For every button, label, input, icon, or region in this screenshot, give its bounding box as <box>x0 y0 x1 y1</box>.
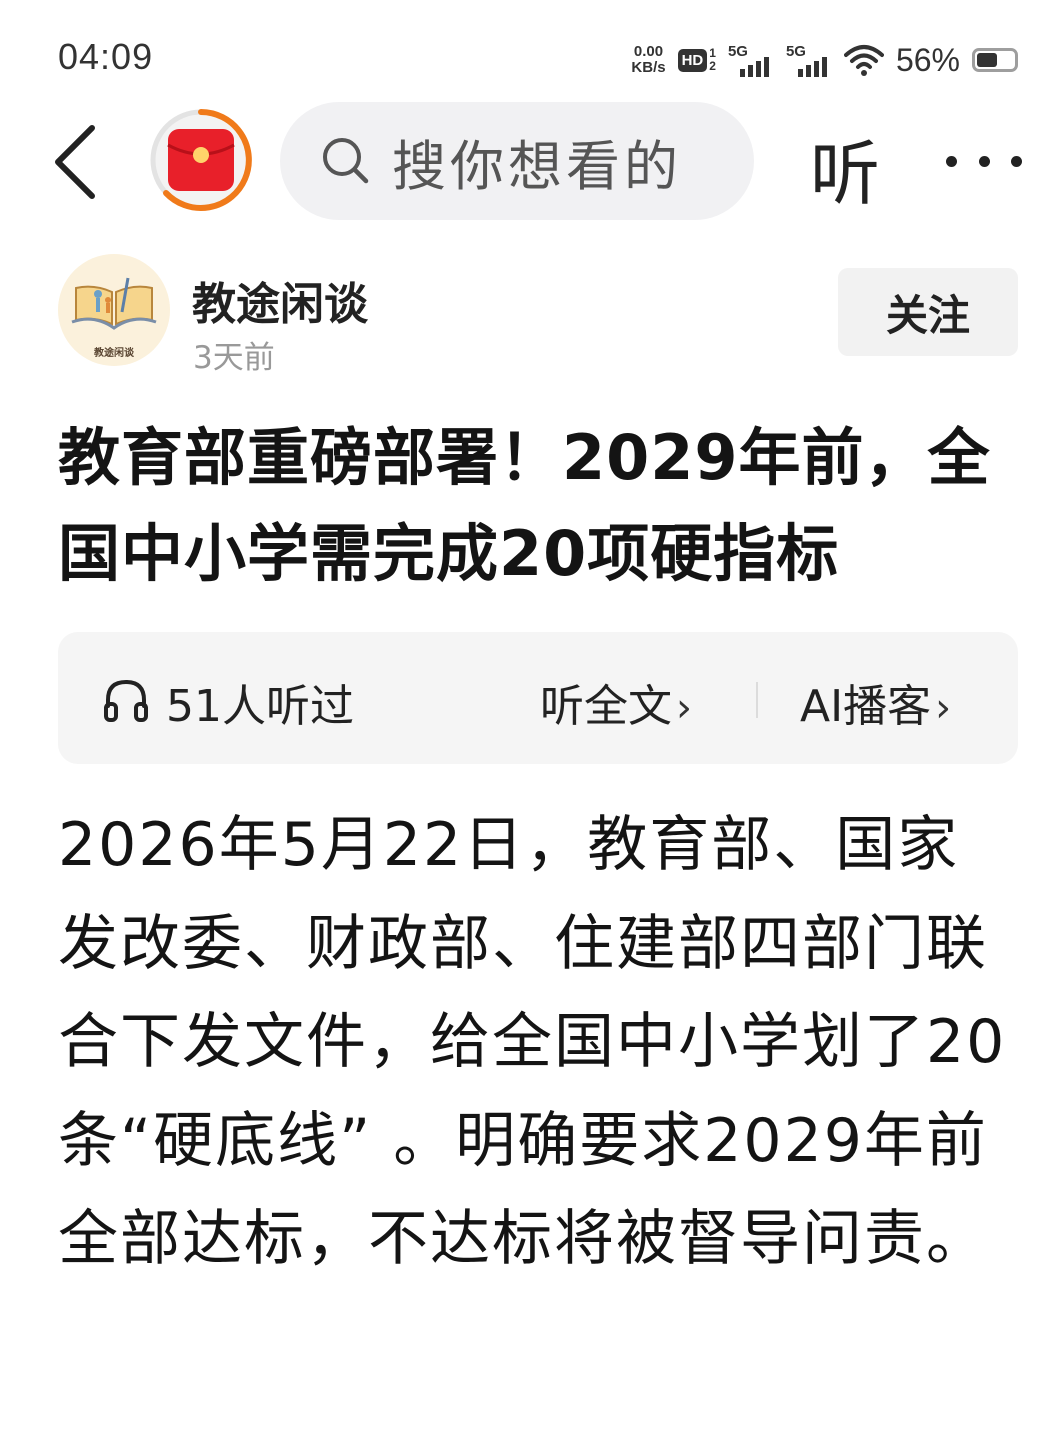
ai-podcast-label: AI播客 <box>800 681 932 732</box>
search-placeholder: 搜你想看的 <box>392 134 682 198</box>
listeners-count: 51人听过 <box>166 681 354 732</box>
listen-button[interactable]: 听 <box>810 118 880 219</box>
article-title: 教育部重磅部署！2029年前，全国中小学需完成20项硬指标 <box>58 421 991 590</box>
follow-button[interactable]: 关注 <box>838 268 1018 356</box>
author-name[interactable]: 教途闲谈 <box>192 268 368 332</box>
signal-icon: 5G <box>728 43 774 77</box>
headphone-icon <box>104 679 148 722</box>
more-dot-icon <box>1011 155 1022 167</box>
status-bar: 04:09 0.00 KB/s HD 1 2 5G 5G 56% <box>0 0 1060 110</box>
top-nav: 搜你想看的 听 <box>0 100 1060 220</box>
more-dot-icon <box>978 155 990 167</box>
red-packet-button[interactable] <box>146 105 256 215</box>
battery-percent: 56% <box>895 41 960 78</box>
more-dot-icon <box>946 155 957 167</box>
red-packet-icon <box>150 109 252 211</box>
chevron-right-icon: › <box>676 685 692 731</box>
avatar-caption: 教途闲谈 <box>94 348 134 359</box>
signal-icon: 5G <box>786 43 832 77</box>
battery-icon <box>972 48 1018 72</box>
network-speed-unit: KB/s <box>631 59 666 76</box>
hd-sub-bottom: 2 <box>709 59 716 73</box>
audio-bar: 51人听过 听全文 › AI播客 › <box>58 632 1018 764</box>
hd-icon: HD 1 2 <box>677 47 716 73</box>
search-box[interactable]: 搜你想看的 <box>280 102 754 220</box>
post-time: 3天前 <box>193 340 275 376</box>
listen-full-label: 听全文 <box>540 681 672 732</box>
back-button[interactable] <box>46 122 106 202</box>
author-row: 教途闲谈 教途闲谈 3天前 关注 <box>0 250 1060 380</box>
listen-full-text-button[interactable]: 听全文 › <box>540 670 692 734</box>
hd-label: HD <box>677 48 708 72</box>
search-icon <box>323 138 369 184</box>
network-speed-value: 0.00 <box>633 43 664 60</box>
article-body: 2026年5月22日，教育部、国家发改委、财政部、住建部四部门联合下发文件，给全… <box>58 810 1007 1274</box>
divider <box>756 682 758 718</box>
network-speed: 0.00 KB/s <box>631 44 665 76</box>
back-arrow-icon <box>55 125 95 199</box>
author-avatar[interactable]: 教途闲谈 <box>58 254 170 366</box>
status-icons: 0.00 KB/s HD 1 2 5G 5G 56% <box>631 38 1018 82</box>
status-time: 04:09 <box>58 36 154 77</box>
ai-podcast-button[interactable]: AI播客 › <box>800 670 951 734</box>
more-menu-button[interactable] <box>946 146 1022 176</box>
wifi-icon <box>843 45 884 76</box>
chevron-right-icon: › <box>935 685 952 731</box>
